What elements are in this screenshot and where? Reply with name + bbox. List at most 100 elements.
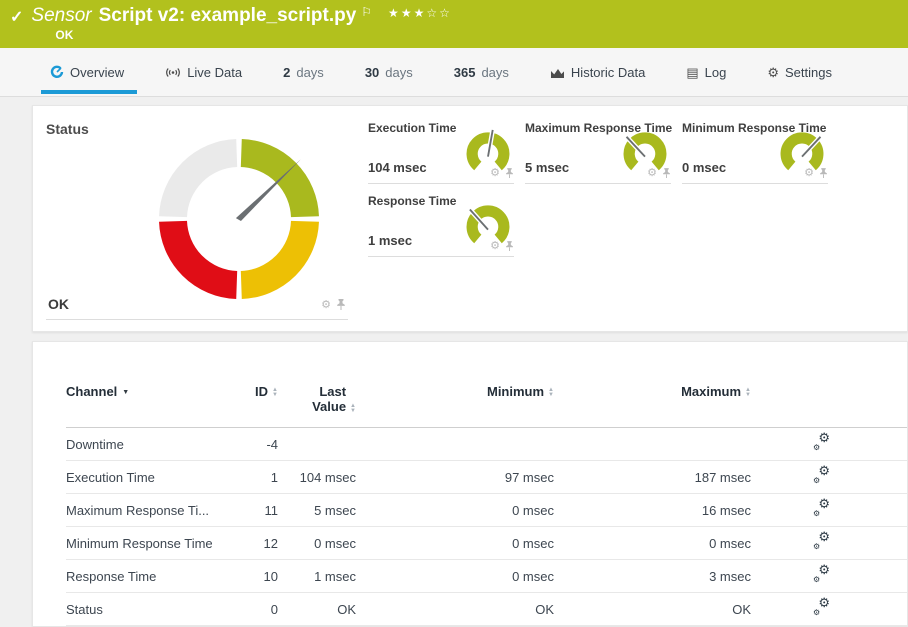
tab-number: 2: [283, 65, 290, 80]
pin-icon[interactable]: [819, 168, 828, 179]
table-row: Response Time 10 1 msec 0 msec 3 msec ⚙⚙: [66, 560, 908, 593]
channel-name-link[interactable]: Status: [66, 602, 228, 617]
channel-maximum: 3 msec: [554, 569, 751, 584]
log-icon: ▤: [686, 66, 698, 79]
gauge-value: 0 msec: [682, 160, 726, 175]
pin-icon[interactable]: [505, 241, 514, 252]
tab-label: Historic Data: [571, 65, 645, 80]
gear-icon: ⚙: [767, 66, 779, 79]
edit-channel-icon[interactable]: ⚙⚙: [813, 467, 830, 484]
pin-icon[interactable]: [662, 168, 671, 179]
table-row: Minimum Response Time 12 0 msec 0 msec 0…: [66, 527, 908, 560]
edit-channel-icon[interactable]: ⚙⚙: [813, 566, 830, 583]
star-icon[interactable]: ☆: [426, 6, 439, 20]
edit-channel-icon[interactable]: ⚙⚙: [813, 599, 830, 616]
gauge-value: 1 msec: [368, 233, 412, 248]
channel-id: 0: [228, 602, 278, 617]
gauge-icon: [50, 65, 64, 79]
channels-table-panel: Channel▼ ID▲▼ Last Value▲▼ Minimum▲▼ Max…: [32, 341, 908, 627]
star-rating[interactable]: ★★★☆☆: [388, 5, 452, 21]
channel-minimum: 0 msec: [356, 569, 554, 584]
tab-label: days: [481, 65, 508, 80]
channel-id: 10: [228, 569, 278, 584]
check-icon: ✓: [10, 7, 23, 48]
column-header-id[interactable]: ID▲▼: [228, 384, 278, 399]
edit-channel-icon[interactable]: ⚙⚙: [813, 533, 830, 550]
tab-label: days: [385, 65, 412, 80]
status-gauge-card: Status OK ⚙: [46, 119, 348, 320]
channel-minimum: 0 msec: [356, 503, 554, 518]
tab-number: 365: [454, 65, 476, 80]
sensor-title: Script v2: example_script.py: [99, 5, 357, 27]
channel-maximum: OK: [554, 602, 751, 617]
table-row: Maximum Response Ti... 11 5 msec 0 msec …: [66, 494, 908, 527]
channel-id: 1: [228, 470, 278, 485]
title-block: Sensor Script v2: example_script.py ⚐ ★★…: [31, 5, 451, 48]
channel-name-link[interactable]: Response Time: [66, 569, 228, 584]
gear-icon[interactable]: ⚙: [321, 300, 331, 311]
column-header-last-value[interactable]: Last Value▲▼: [278, 384, 356, 414]
channel-maximum: 0 msec: [554, 536, 751, 551]
channel-name-link[interactable]: Maximum Response Ti...: [66, 503, 228, 518]
tab-log[interactable]: ▤ Log: [686, 48, 726, 96]
channel-id: 11: [228, 503, 278, 518]
channel-id: 12: [228, 536, 278, 551]
sensor-status-badge: OK: [55, 28, 451, 42]
channel-minimum: 0 msec: [356, 536, 554, 551]
channel-name-link[interactable]: Minimum Response Time: [66, 536, 228, 551]
edit-channel-icon[interactable]: ⚙⚙: [813, 434, 830, 451]
tab-30-days[interactable]: 30 days: [365, 48, 413, 96]
tab-number: 30: [365, 65, 379, 80]
star-icon[interactable]: ★: [414, 6, 427, 20]
object-kind-label: Sensor: [31, 5, 91, 27]
tab-overview[interactable]: Overview: [50, 48, 124, 96]
tab-settings[interactable]: ⚙ Settings: [767, 48, 832, 96]
tab-live-data[interactable]: Live Data: [165, 48, 242, 96]
gauge-card: Execution Time 104 msec ⚙: [368, 119, 514, 184]
sort-caret-icon[interactable]: ▼: [122, 389, 129, 396]
tab-2-days[interactable]: 2 days: [283, 48, 324, 96]
channel-last-value: OK: [278, 602, 356, 617]
status-gauge-chart: [139, 119, 339, 319]
gear-icon[interactable]: ⚙: [490, 241, 500, 252]
gear-icon[interactable]: ⚙: [804, 168, 814, 179]
channel-last-value: 0 msec: [278, 536, 356, 551]
flag-icon[interactable]: ⚐: [361, 5, 372, 19]
historic-chart-icon: [550, 66, 565, 79]
tab-label: Log: [705, 65, 727, 80]
sort-icon[interactable]: ▲▼: [745, 388, 751, 398]
sort-icon[interactable]: ▲▼: [350, 404, 356, 414]
channel-name-link[interactable]: Execution Time: [66, 470, 228, 485]
tab-365-days[interactable]: 365 days: [454, 48, 509, 96]
overview-content: Status OK ⚙ Execution Time: [0, 97, 908, 627]
channel-maximum: 187 msec: [554, 470, 751, 485]
pin-icon[interactable]: [505, 168, 514, 179]
channel-name-link[interactable]: Downtime: [66, 437, 228, 452]
column-header-minimum[interactable]: Minimum▲▼: [356, 384, 554, 399]
channel-minimum: OK: [356, 602, 554, 617]
column-header-maximum[interactable]: Maximum▲▼: [554, 384, 751, 399]
star-icon[interactable]: ☆: [439, 6, 452, 20]
tab-label: days: [296, 65, 323, 80]
tab-historic-data[interactable]: Historic Data: [550, 48, 645, 96]
tab-label: Settings: [785, 65, 832, 80]
table-row: Status 0 OK OK OK ⚙⚙: [66, 593, 908, 626]
channel-last-value: 104 msec: [278, 470, 356, 485]
table-body: Downtime -4 ⚙⚙ Execution Time 1 104 msec…: [66, 428, 907, 626]
channel-id: -4: [228, 437, 278, 452]
edit-channel-icon[interactable]: ⚙⚙: [813, 500, 830, 517]
star-icon[interactable]: ★: [401, 6, 414, 20]
pin-icon[interactable]: [336, 299, 346, 311]
tab-label: Overview: [70, 65, 124, 80]
gear-icon[interactable]: ⚙: [490, 168, 500, 179]
table-header-row: Channel▼ ID▲▼ Last Value▲▼ Minimum▲▼ Max…: [66, 384, 908, 428]
gauge-card: Maximum Response Time 5 msec ⚙: [525, 119, 671, 184]
sensor-header: ✓ Sensor Script v2: example_script.py ⚐ …: [0, 0, 908, 48]
star-icon[interactable]: ★: [388, 6, 401, 20]
gauge-value: 104 msec: [368, 160, 427, 175]
gear-icon[interactable]: ⚙: [647, 168, 657, 179]
channel-maximum: 16 msec: [554, 503, 751, 518]
column-header-channel[interactable]: Channel▼: [66, 384, 228, 399]
table-row: Execution Time 1 104 msec 97 msec 187 ms…: [66, 461, 908, 494]
column-label: Minimum: [487, 384, 544, 399]
